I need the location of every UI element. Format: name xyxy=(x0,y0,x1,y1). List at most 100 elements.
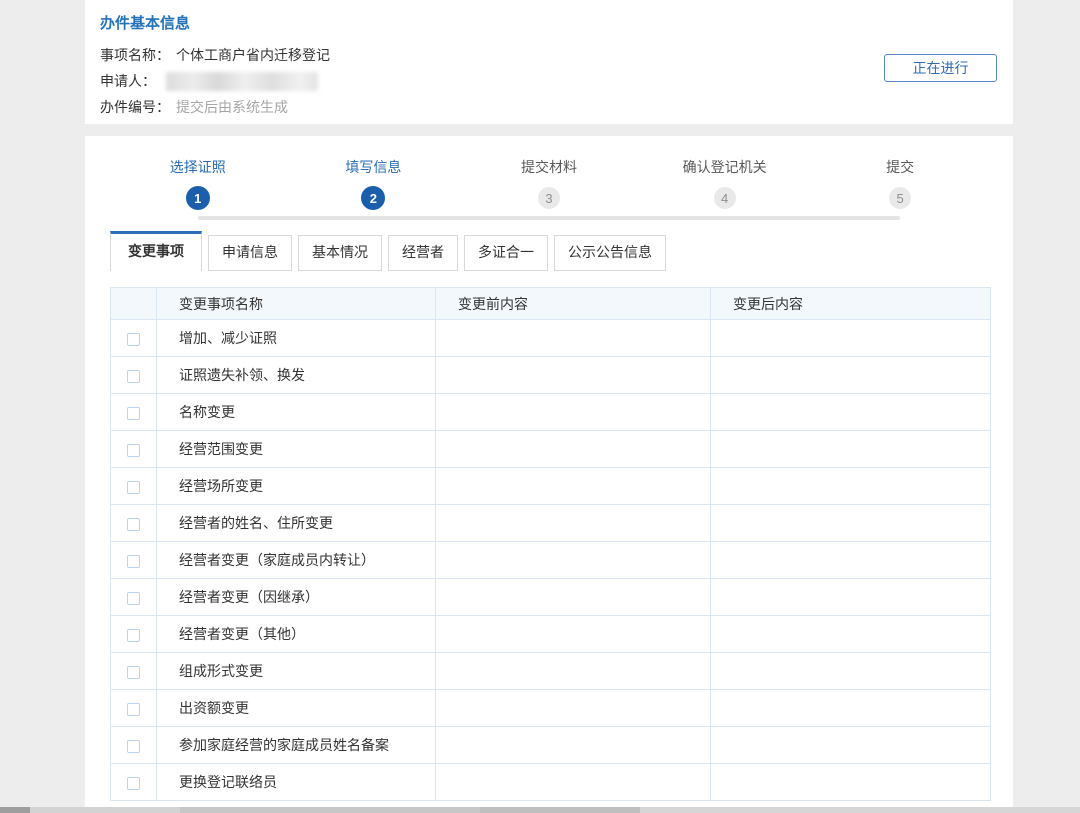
step-number-badge: 2 xyxy=(361,186,385,210)
stepper-step-5[interactable]: 提交 5 xyxy=(812,156,988,210)
row-checkbox[interactable] xyxy=(127,518,140,531)
checkbox-cell xyxy=(111,727,157,764)
row-checkbox[interactable] xyxy=(127,407,140,420)
change-item-name: 名称变更 xyxy=(157,394,436,431)
row-checkbox[interactable] xyxy=(127,444,140,457)
table-body: 增加、减少证照证照遗失补领、换发名称变更经营范围变更经营场所变更经营者的姓名、住… xyxy=(111,320,991,801)
step-label: 选择证照 xyxy=(170,156,226,178)
table-row: 名称变更 xyxy=(111,394,991,431)
table-row: 出资额变更 xyxy=(111,690,991,727)
before-content-cell xyxy=(436,468,711,505)
checkbox-cell xyxy=(111,394,157,431)
after-content-cell xyxy=(711,542,991,579)
checkbox-cell xyxy=(111,468,157,505)
after-content-cell xyxy=(711,616,991,653)
row-checkbox[interactable] xyxy=(127,777,140,790)
table-row: 经营者变更（家庭成员内转让） xyxy=(111,542,991,579)
stepper-step-4[interactable]: 确认登记机关 4 xyxy=(637,156,813,210)
change-item-name: 出资额变更 xyxy=(157,690,436,727)
table-row: 经营场所变更 xyxy=(111,468,991,505)
stepper-step-2[interactable]: 填写信息2 xyxy=(286,156,462,210)
change-item-name: 经营者变更（因继承） xyxy=(157,579,436,616)
tab-change-items[interactable]: 变更事项 xyxy=(110,231,202,271)
case-info-title: 办件基本信息 xyxy=(100,12,997,33)
change-item-name: 更换登记联络员 xyxy=(157,764,436,801)
change-item-name: 组成形式变更 xyxy=(157,653,436,690)
before-content-cell xyxy=(436,431,711,468)
field-applicant-label: 申请人： xyxy=(100,68,156,94)
row-checkbox[interactable] xyxy=(127,592,140,605)
before-content-cell xyxy=(436,505,711,542)
stepper-steps: 选择证照1填写信息2提交材料3 确认登记机关 4 提交 5 xyxy=(110,156,988,210)
checkbox-cell xyxy=(111,579,157,616)
before-content-cell xyxy=(436,542,711,579)
step-number-badge: 4 xyxy=(714,187,736,209)
after-content-cell xyxy=(711,653,991,690)
table-header: 变更事项名称变更前内容变更后内容 xyxy=(111,288,991,320)
after-content-cell xyxy=(711,727,991,764)
row-checkbox[interactable] xyxy=(127,629,140,642)
change-item-name: 经营场所变更 xyxy=(157,468,436,505)
column-header: 变更后内容 xyxy=(711,288,991,320)
change-item-name: 经营者变更（家庭成员内转让） xyxy=(157,542,436,579)
before-content-cell xyxy=(436,616,711,653)
tab-bar: 变更事项申请信息基本情况经营者多证合一公示公告信息 xyxy=(110,231,988,271)
row-checkbox[interactable] xyxy=(127,555,140,568)
before-content-cell xyxy=(436,357,711,394)
row-checkbox[interactable] xyxy=(127,666,140,679)
main-card: 选择证照1填写信息2提交材料3确认登记机关4提交5 变更事项申请信息基本情况经营… xyxy=(85,136,1013,807)
row-checkbox[interactable] xyxy=(127,481,140,494)
before-content-cell xyxy=(436,727,711,764)
after-content-cell xyxy=(711,394,991,431)
before-content-cell xyxy=(436,653,711,690)
before-content-cell xyxy=(436,764,711,801)
checkbox-cell xyxy=(111,431,157,468)
case-info-card: 办件基本信息 事项名称： 个体工商户省内迁移登记 申请人： 办件编号： 提交后由… xyxy=(85,0,1013,124)
field-applicant: 申请人： xyxy=(100,68,997,94)
row-checkbox[interactable] xyxy=(127,333,140,346)
after-content-cell xyxy=(711,505,991,542)
step-label: 提交 xyxy=(886,156,914,178)
table-row: 增加、减少证照 xyxy=(111,320,991,357)
step-label: 确认登记机关 xyxy=(683,156,767,178)
checkbox-cell xyxy=(111,320,157,357)
before-content-cell xyxy=(436,579,711,616)
table-header-row: 变更事项名称变更前内容变更后内容 xyxy=(111,288,991,320)
before-content-cell xyxy=(436,320,711,357)
table-row: 经营者变更（因继承） xyxy=(111,579,991,616)
before-content-cell xyxy=(436,690,711,727)
field-item-name-label: 事项名称： xyxy=(100,42,170,68)
table-row: 经营者的姓名、住所变更 xyxy=(111,505,991,542)
stepper-step-3[interactable]: 提交材料3 xyxy=(461,156,637,210)
stepper: 选择证照1填写信息2提交材料3 确认登记机关 4 提交 5 xyxy=(110,136,988,210)
status-in-progress-button[interactable]: 正在进行 xyxy=(884,54,997,82)
change-item-name: 经营者的姓名、住所变更 xyxy=(157,505,436,542)
after-content-cell xyxy=(711,764,991,801)
tab-basic-info[interactable]: 基本情况 xyxy=(298,235,382,271)
checkbox-cell xyxy=(111,653,157,690)
tab-public-announcement-info[interactable]: 公示公告信息 xyxy=(554,235,666,271)
after-content-cell xyxy=(711,320,991,357)
checkbox-cell xyxy=(111,505,157,542)
tab-application-info[interactable]: 申请信息 xyxy=(208,235,292,271)
table-row: 组成形式变更 xyxy=(111,653,991,690)
change-item-name: 经营范围变更 xyxy=(157,431,436,468)
checkbox-cell xyxy=(111,764,157,801)
change-item-name: 证照遗失补领、换发 xyxy=(157,357,436,394)
row-checkbox[interactable] xyxy=(127,370,140,383)
before-content-cell xyxy=(436,394,711,431)
row-checkbox[interactable] xyxy=(127,703,140,716)
checkbox-cell xyxy=(111,616,157,653)
tab-operator[interactable]: 经营者 xyxy=(388,235,458,271)
after-content-cell xyxy=(711,357,991,394)
change-item-name: 经营者变更（其他） xyxy=(157,616,436,653)
screen-edge-artifact xyxy=(0,807,1080,813)
tab-multi-cert-in-one[interactable]: 多证合一 xyxy=(464,235,548,271)
step-label: 提交材料 xyxy=(521,156,577,178)
field-case-number-label: 办件编号： xyxy=(100,94,170,120)
checkbox-cell xyxy=(111,357,157,394)
row-checkbox[interactable] xyxy=(127,740,140,753)
after-content-cell xyxy=(711,690,991,727)
stepper-step-1[interactable]: 选择证照1 xyxy=(110,156,286,210)
step-number-badge: 5 xyxy=(889,187,911,209)
